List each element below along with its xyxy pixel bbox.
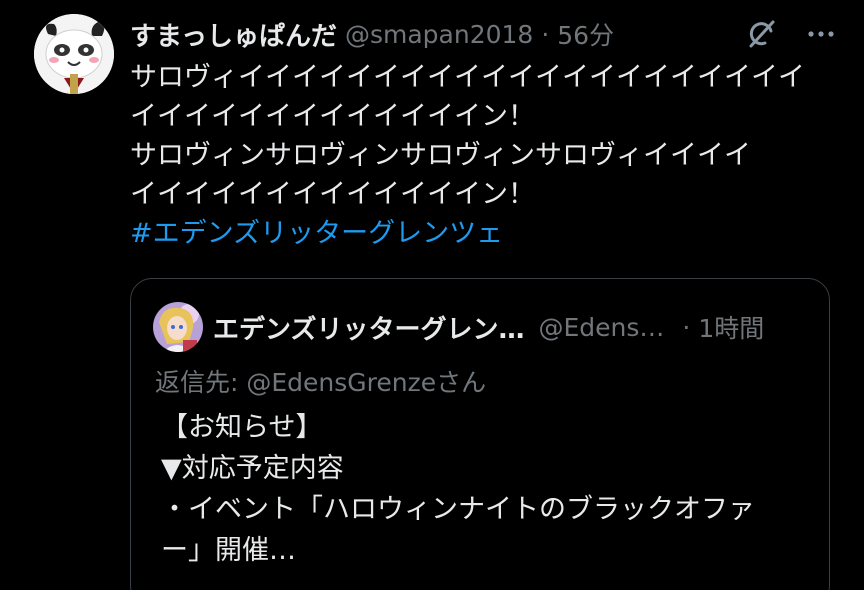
tweet-text-line: イイイイイイイイイイイイイン！ (130, 179, 535, 210)
tweet-text-line: サロヴィンサロヴィンサロヴィンサロヴィイイイイ (130, 140, 751, 171)
quoted-display-name: エデンズリッターグレン… (213, 314, 525, 345)
quoted-text-line: ・イベント「ハロウィンナイトのブラックオファ (161, 494, 755, 525)
quoted-tweet-text: 【お知らせ】 ▼対応予定内容 ・イベント「ハロウィンナイトのブラックオファ ー」… (161, 407, 821, 571)
separator-dot: · (541, 19, 550, 49)
quoted-tweet-card[interactable]: エデンズリッターグレン… @Edens… · 1時間 返信先: @EdensGr… (130, 278, 830, 590)
panda-avatar-icon (34, 14, 114, 94)
more-icon (808, 31, 834, 37)
anime-character-avatar-icon (153, 302, 203, 352)
quoted-user-avatar (153, 302, 203, 352)
tweet-text-line: サロヴィイイイイイイイイイイイイイイイイイイイイイ (130, 62, 805, 93)
quoted-separator-dot: · (682, 312, 691, 342)
grok-icon (749, 20, 775, 48)
hashtag-link[interactable]: #エデンズリッターグレンツェ (130, 214, 830, 253)
tweet-text-line: イイイイイイイイイイイイイン！ (130, 101, 535, 132)
quoted-tweet-header: エデンズリッターグレン… @Edens… · 1時間 (153, 301, 813, 353)
quoted-timestamp: 1時間 (698, 314, 765, 343)
quoted-text-line: 【お知らせ】 (161, 412, 323, 443)
reply-context: 返信先: @EdensGrenzeさん (155, 363, 486, 399)
tweet-header-actions (744, 14, 838, 54)
quoted-text-line: ー」開催… (161, 535, 296, 566)
tweet-header: すまっしゅぱんだ @smapan2018 · 56分 (130, 14, 830, 54)
reply-mention: @EdensGrenze (246, 368, 437, 397)
grok-button[interactable] (744, 17, 778, 51)
reply-suffix: さん (436, 368, 487, 397)
timestamp[interactable]: 56分 (557, 16, 614, 52)
more-button[interactable] (804, 17, 838, 51)
reply-prefix: 返信先: (155, 368, 247, 397)
quoted-text-line: ▼対応予定内容 (161, 453, 344, 484)
tweet-text: サロヴィイイイイイイイイイイイイイイイイイイイイイ イイイイイイイイイイイイイン… (130, 58, 830, 253)
user-avatar[interactable] (34, 14, 114, 94)
quoted-user-handle: @Edens… (538, 312, 665, 342)
display-name[interactable]: すまっしゅぱんだ (130, 16, 337, 53)
user-handle[interactable]: @smapan2018 (345, 20, 533, 49)
